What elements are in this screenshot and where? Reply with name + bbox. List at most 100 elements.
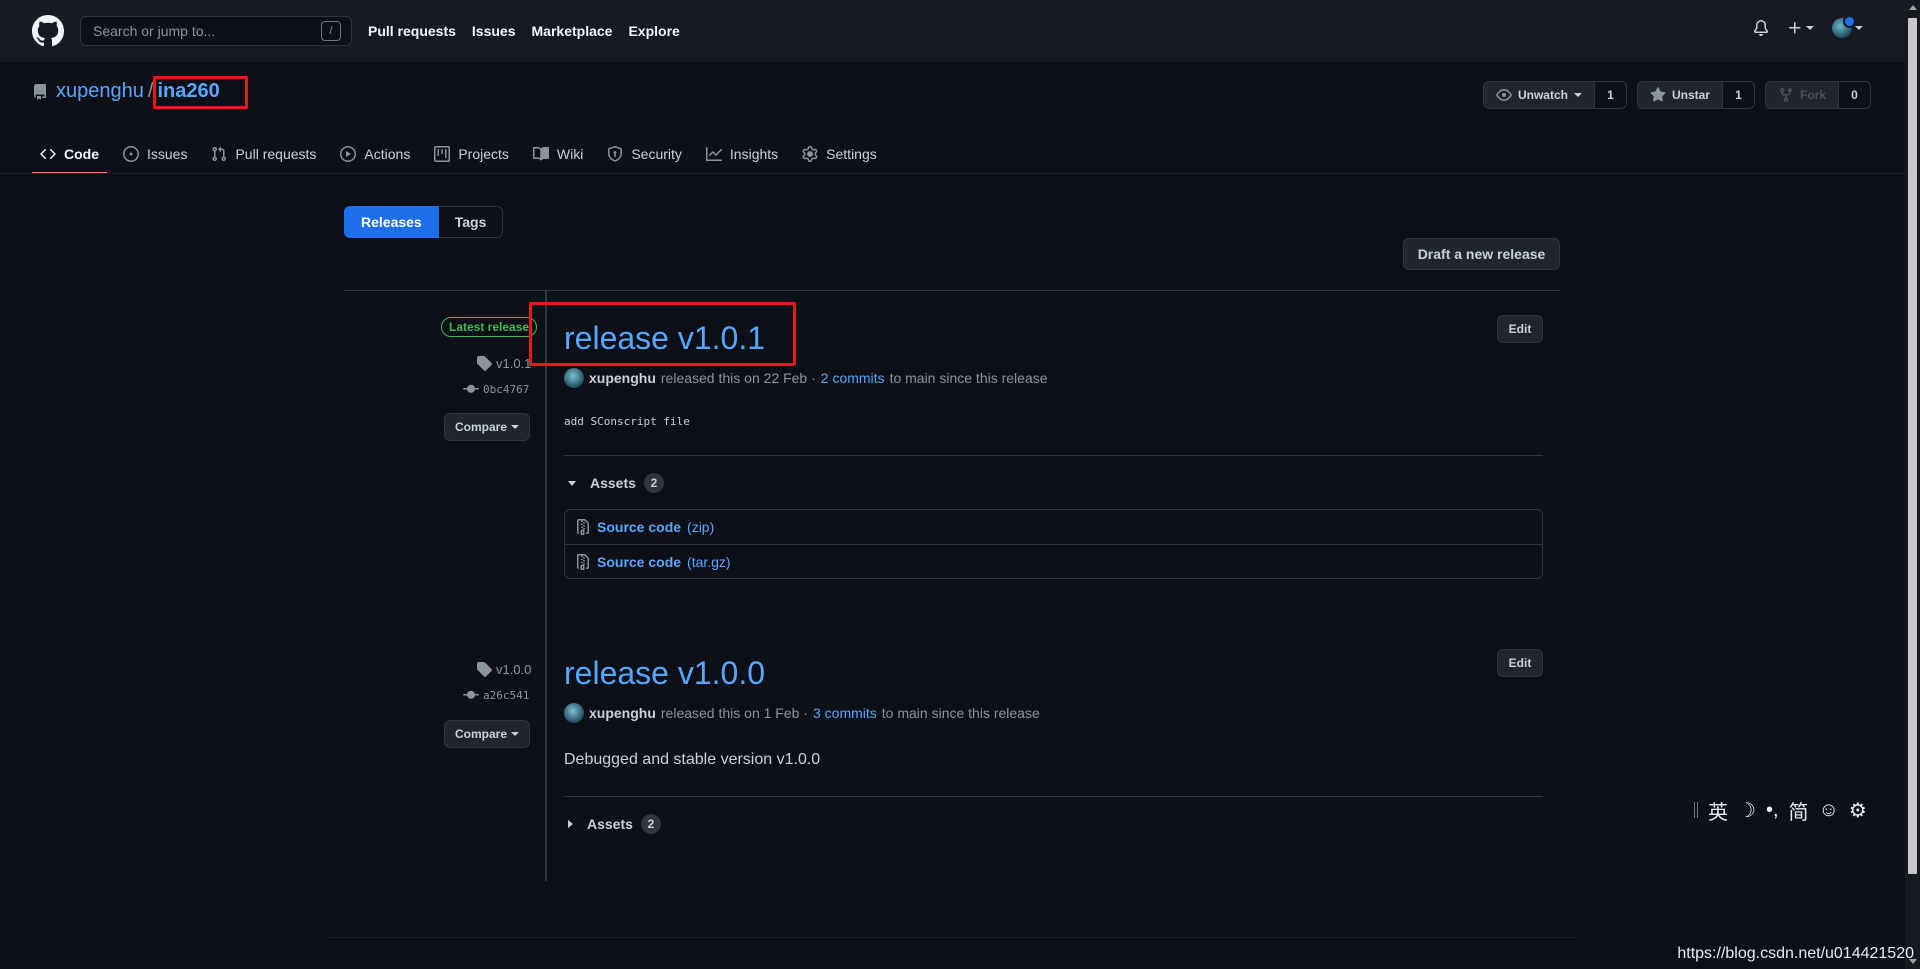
triangle-down-icon	[568, 480, 576, 486]
commit-icon	[463, 384, 479, 393]
gear-icon[interactable]: ⚙	[1849, 798, 1867, 823]
repo-name-link[interactable]: ina260	[157, 80, 219, 103]
slash-shortcut-key: /	[321, 21, 341, 41]
tab-wiki[interactable]: Wiki	[525, 134, 591, 174]
tag-icon	[477, 662, 492, 677]
release-1-since-text: to main since this release	[889, 370, 1048, 386]
tab-security-label: Security	[631, 146, 682, 162]
graph-icon	[705, 147, 722, 161]
create-new-dropdown[interactable]	[1787, 20, 1814, 36]
bell-icon[interactable]	[1753, 20, 1769, 36]
releases-tab[interactable]: Releases	[344, 206, 439, 238]
asset-name: Source code	[597, 553, 682, 570]
tab-insights-label: Insights	[729, 146, 779, 162]
release-2-commits-link[interactable]: 3 commits	[813, 705, 877, 721]
tab-code-label: Code	[64, 146, 99, 162]
tags-tab[interactable]: Tags	[438, 206, 504, 238]
release-2-commit-sha: a26c541	[483, 688, 530, 702]
release-2-title[interactable]: release v1.0.0	[564, 655, 765, 692]
release-1-commit[interactable]: 0bc4767	[463, 381, 529, 397]
header-actions	[1753, 15, 1863, 38]
unstar-button[interactable]: Unstar	[1636, 81, 1723, 109]
ime-toolbar: 英 ☽ •, 简 ☺ ⚙	[1688, 795, 1896, 825]
author-avatar[interactable]	[564, 703, 584, 723]
commit-icon	[463, 690, 479, 699]
release-2-tag[interactable]: v1.0.0	[476, 661, 531, 677]
tab-issues[interactable]: Issues	[115, 134, 195, 174]
play-icon	[340, 146, 357, 162]
emoji-icon[interactable]: ☺	[1819, 799, 1839, 822]
fork-button[interactable]: Fork	[1764, 81, 1839, 109]
top-nav: Pull requests Issues Marketplace Explore	[368, 23, 680, 39]
release-1-author[interactable]: xupenghu	[589, 370, 656, 386]
tag-icon	[477, 356, 492, 371]
author-avatar[interactable]	[564, 368, 584, 388]
file-zip-icon	[577, 519, 589, 535]
tab-code[interactable]: Code	[32, 134, 107, 174]
tab-insights[interactable]: Insights	[698, 134, 786, 174]
moon-icon[interactable]: ☽	[1738, 798, 1756, 823]
release-2-edit-button[interactable]: Edit	[1497, 649, 1543, 677]
tab-settings[interactable]: Settings	[794, 134, 885, 174]
punctuation-icon[interactable]: •,	[1766, 799, 1779, 822]
release-1-tag[interactable]: v1.0.1	[476, 355, 531, 371]
unwatch-button[interactable]: Unwatch	[1482, 81, 1595, 109]
ime-drag-handle[interactable]	[1694, 802, 1698, 818]
release-1-commits-link[interactable]: 2 commits	[821, 370, 885, 386]
tab-projects[interactable]: Projects	[426, 134, 517, 174]
tab-actions[interactable]: Actions	[332, 134, 418, 174]
release-1-edit-button[interactable]: Edit	[1497, 315, 1543, 343]
release-2-assets-toggle[interactable]: Assets 2	[568, 814, 661, 834]
repo-owner-link[interactable]: xupenghu	[56, 80, 144, 103]
github-logo-icon[interactable]	[32, 15, 64, 47]
release-2-divider	[564, 796, 1543, 797]
page-scrollbar[interactable]	[1905, 0, 1920, 969]
fork-count[interactable]: 0	[1839, 81, 1871, 109]
ime-simplified-toggle[interactable]: 简	[1789, 796, 1809, 825]
nav-explore[interactable]: Explore	[628, 23, 679, 39]
chevron-down-icon	[1573, 93, 1582, 97]
tab-wiki-label: Wiki	[556, 146, 584, 162]
repo-title: xupenghu / ina260	[32, 80, 220, 103]
asset-source-targz[interactable]: Source code (tar.gz)	[565, 544, 1542, 578]
chevron-down-icon	[1806, 26, 1814, 30]
release-1-compare-button[interactable]: Compare	[444, 413, 530, 441]
release-2-compare-button[interactable]: Compare	[444, 720, 530, 748]
release-1-assets-toggle[interactable]: Assets 2	[568, 473, 664, 493]
scroll-thumb[interactable]	[1908, 18, 1917, 874]
repo-actions: Unwatch 1 Unstar 1 Fork 0	[1482, 81, 1871, 109]
nav-issues[interactable]: Issues	[472, 23, 516, 39]
chevron-down-icon	[511, 732, 519, 736]
eye-icon	[1496, 89, 1512, 101]
scroll-up-arrow-icon[interactable]	[1909, 5, 1917, 10]
user-menu[interactable]	[1832, 15, 1863, 38]
latest-release-badge: Latest release	[441, 317, 538, 337]
release-2-commit[interactable]: a26c541	[463, 687, 529, 703]
fork-button-group: Fork 0	[1764, 81, 1871, 109]
assets-counter: 2	[640, 814, 661, 834]
fork-label: Fork	[1799, 88, 1826, 102]
search-input[interactable]: Search or jump to... /	[80, 16, 352, 46]
tabs-divider	[0, 173, 1905, 174]
release-1-date-text: released this on 22 Feb ·	[660, 370, 816, 386]
release-1-notes: add SConscript file	[564, 415, 690, 428]
nav-pull-requests[interactable]: Pull requests	[368, 23, 456, 39]
draft-new-release-button[interactable]: Draft a new release	[1403, 238, 1560, 270]
ime-language-toggle[interactable]: 英	[1708, 796, 1728, 825]
release-1-title[interactable]: release v1.0.1	[564, 320, 765, 357]
project-icon	[434, 146, 451, 162]
repo-icon	[32, 83, 56, 100]
nav-marketplace[interactable]: Marketplace	[532, 23, 613, 39]
tab-settings-label: Settings	[826, 146, 877, 162]
chevron-down-icon	[511, 425, 519, 429]
tab-security[interactable]: Security	[599, 134, 690, 174]
asset-source-zip[interactable]: Source code (zip)	[565, 510, 1542, 544]
release-2-author[interactable]: xupenghu	[589, 705, 656, 721]
shield-icon	[608, 146, 623, 162]
tab-pull-requests[interactable]: Pull requests	[203, 134, 324, 174]
watch-count[interactable]: 1	[1594, 81, 1627, 109]
release-1-assets-list: Source code (zip) Source code (tar.gz)	[564, 509, 1543, 579]
star-count[interactable]: 1	[1722, 81, 1755, 109]
tab-pull-requests-label: Pull requests	[235, 146, 317, 162]
footer-divider	[328, 937, 1576, 938]
